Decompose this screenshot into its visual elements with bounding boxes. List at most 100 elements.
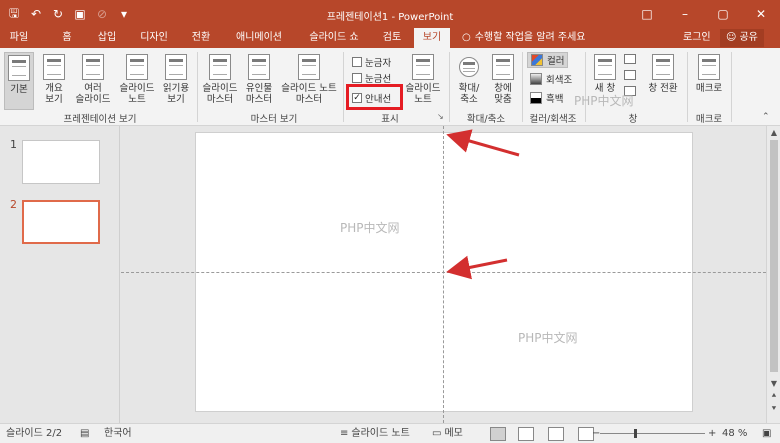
horizontal-guide[interactable]	[121, 272, 766, 273]
slide-thumbnails-pane: 1 2	[0, 126, 120, 423]
redo-icon[interactable]: ↻	[50, 6, 66, 22]
slide-master-label-1: 슬라이드	[202, 83, 238, 94]
reading-view-label-2: 보기	[167, 94, 185, 105]
slide-sorter-label-2: 슬라이드	[75, 94, 111, 105]
vertical-scrollbar[interactable]: ▲ ▼ ⯅ ⯆	[766, 126, 780, 423]
zoom-button[interactable]: 확대/축소	[454, 54, 484, 105]
save-icon[interactable]: 🖫	[6, 6, 22, 22]
slide-sorter-view-icon[interactable]	[518, 427, 534, 441]
slide-thumbnail-selected[interactable]	[22, 200, 100, 244]
group-separator	[449, 52, 450, 122]
tab-insert[interactable]: 삽입	[90, 28, 124, 48]
handout-master-label-2: 마스터	[245, 94, 273, 105]
slide-thumbnail[interactable]	[22, 140, 100, 184]
tab-transitions[interactable]: 전환	[185, 28, 217, 48]
ruler-label: 눈금자	[365, 58, 392, 69]
macro-button[interactable]: 매크로	[692, 54, 726, 94]
normal-view-label: 기본	[10, 84, 28, 95]
tell-me-box[interactable]: ○ 수행할 작업을 알려 주세요	[462, 28, 585, 48]
guides-highlight-box	[346, 84, 403, 110]
tab-slideshow[interactable]: 슬라이드 쇼	[300, 28, 368, 48]
notes-toggle[interactable]: ≡ 슬라이드 노트	[340, 424, 410, 443]
group-separator	[731, 52, 732, 122]
next-slide-icon[interactable]: ⯆	[767, 404, 780, 414]
undo-icon[interactable]: ↶	[28, 6, 44, 22]
black-white-label: 흑백	[546, 94, 564, 105]
previous-slide-icon[interactable]: ⯅	[767, 391, 780, 401]
grayscale-label: 회색조	[546, 75, 573, 86]
ruler-checkbox-box[interactable]	[352, 57, 362, 67]
cascade-icon[interactable]	[624, 70, 636, 80]
comments-label: 메모	[444, 428, 463, 439]
zoom-level[interactable]: 48 %	[722, 424, 747, 443]
ribbon-display-icon[interactable]: □	[628, 0, 666, 28]
zoom-slider[interactable]	[600, 429, 705, 438]
normal-view-icon[interactable]	[490, 427, 506, 441]
dialog-launcher-icon[interactable]: ↘	[437, 112, 444, 121]
grayscale-button[interactable]: 회색조	[527, 71, 575, 87]
fit-to-window-button[interactable]: 창에 맞춤	[488, 54, 518, 105]
tab-file[interactable]: 파일	[2, 28, 36, 48]
watermark-text: PHP中文网	[518, 331, 578, 345]
scrollbar-thumb[interactable]	[770, 140, 778, 372]
outline-view-button[interactable]: 개요 보기	[38, 54, 70, 105]
arrange-all-icon[interactable]	[624, 54, 636, 64]
close-icon[interactable]: ✕	[742, 0, 780, 28]
tab-design[interactable]: 디자인	[134, 28, 174, 48]
fit-to-window-label-2: 맞춤	[494, 94, 512, 105]
show-notes-label-2: 노트	[414, 94, 432, 105]
fit-slide-icon[interactable]: ▣	[762, 424, 771, 443]
color-button[interactable]: 컬러	[527, 52, 569, 68]
minimize-icon[interactable]: –	[666, 0, 704, 28]
scroll-down-icon[interactable]: ▼	[767, 379, 780, 388]
show-group-label: 표시	[381, 114, 399, 125]
notes-master-button[interactable]: 슬라이드 노트 마스터	[278, 54, 340, 105]
customize-icon[interactable]: ▾	[116, 6, 132, 22]
spell-check-icon[interactable]: ▤	[80, 424, 89, 443]
slide-master-icon	[209, 54, 231, 80]
slide-number: 2	[10, 198, 17, 211]
tab-review[interactable]: 검토	[374, 28, 410, 48]
reading-view-icon[interactable]	[548, 427, 564, 441]
vertical-guide[interactable]	[443, 126, 444, 423]
ribbon-tabs: 파일 홈 삽입 디자인 전환 애니메이션 슬라이드 쇼 검토 보기 ○ 수행할 …	[0, 28, 780, 48]
gridlines-checkbox[interactable]: 눈금선	[352, 71, 391, 85]
maximize-icon[interactable]: ▢	[704, 0, 742, 28]
normal-view-icon	[8, 55, 30, 81]
zoom-slider-knob[interactable]	[634, 429, 637, 438]
slide-number: 1	[10, 138, 17, 151]
slide-sorter-button[interactable]: 여러 슬라이드	[72, 54, 114, 105]
black-white-button[interactable]: 흑백	[527, 90, 566, 106]
share-button[interactable]: ☺ 공유	[720, 29, 764, 47]
language-indicator[interactable]: 한국어	[104, 424, 132, 443]
notes-page-label-2: 노트	[128, 94, 146, 105]
slide-editing-area[interactable]: PHP中文网 PHP中文网	[121, 126, 766, 423]
login-link[interactable]: 로그인	[683, 28, 711, 48]
scroll-up-icon[interactable]: ▲	[767, 128, 780, 137]
tab-animations[interactable]: 애니메이션	[228, 28, 290, 48]
gridlines-checkbox-box[interactable]	[352, 73, 362, 83]
start-from-beginning-icon[interactable]: ▣	[72, 6, 88, 22]
tell-me-text: 수행할 작업을 알려 주세요	[474, 32, 586, 43]
tab-home[interactable]: 홈	[54, 28, 80, 48]
notes-page-label-1: 슬라이드	[119, 83, 155, 94]
group-separator	[687, 52, 688, 122]
slide-master-button[interactable]: 슬라이드 마스터	[200, 54, 240, 105]
switch-window-button[interactable]: 창 전환	[642, 54, 684, 94]
handout-master-button[interactable]: 유인물 마스터	[242, 54, 276, 105]
collapse-ribbon-icon[interactable]: ⌃	[762, 112, 770, 122]
fit-to-window-icon	[492, 54, 514, 80]
tab-view[interactable]: 보기	[414, 28, 450, 48]
normal-view-button[interactable]: 기본	[4, 52, 34, 110]
lightbulb-icon: ○	[462, 32, 471, 43]
comments-icon: ▭	[432, 428, 442, 439]
black-white-swatch-icon	[530, 92, 542, 104]
watermark-text: PHP中文网	[574, 94, 634, 108]
notes-page-button[interactable]: 슬라이드 노트	[116, 54, 158, 105]
reading-view-button[interactable]: 읽기용 보기	[159, 54, 193, 105]
ruler-checkbox[interactable]: 눈금자	[352, 55, 391, 69]
zoom-in-icon[interactable]: +	[708, 424, 716, 443]
new-window-button[interactable]: 새 창	[590, 54, 620, 94]
show-notes-button[interactable]: 슬라이드 노트	[403, 54, 443, 105]
comments-toggle[interactable]: ▭ 메모	[432, 424, 463, 443]
